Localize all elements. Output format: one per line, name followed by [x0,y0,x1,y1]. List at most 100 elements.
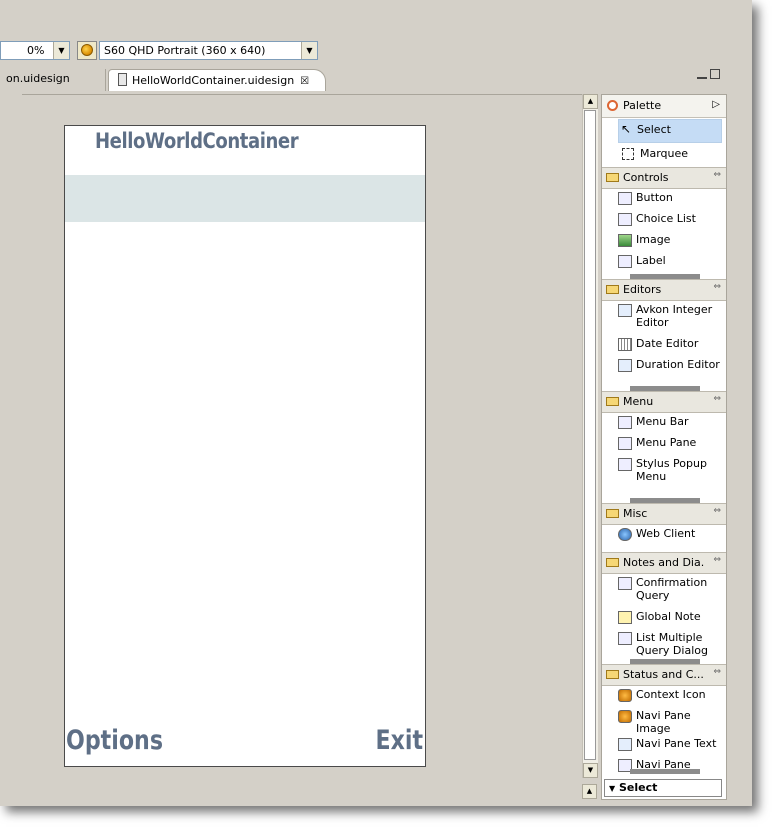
palette-item-menu-pane[interactable]: Menu Pane [602,434,726,455]
more-items-indicator[interactable] [630,769,700,774]
palette-item-list-multiple-query-dialog[interactable]: List Multiple Query Dialog [602,629,726,663]
palette-item-navi-pane-image[interactable]: Navi Pane Image [602,707,726,735]
palette-item-choice-list[interactable]: Choice List [602,210,726,231]
palette-item-global-note[interactable]: Global Note [602,608,726,629]
list-query-icon [618,632,632,645]
calendar-icon [618,338,632,351]
view-controls [694,69,726,83]
folder-icon [606,397,619,406]
drawer-menu[interactable]: Menu ⇔ [602,391,726,413]
palette-item-confirmation-query[interactable]: Confirmation Query [602,574,726,608]
scroll-up-icon[interactable]: ▲ [583,94,598,109]
item-label: Avkon Integer Editor [636,303,713,329]
drawer-body-misc: Web Client [602,525,726,552]
ide-window: 0% ▼ S60 QHD Portrait (360 x 640) ▼ on.u… [0,0,752,806]
palette-icon [607,100,618,111]
item-label: Context Icon [636,688,706,701]
tab-hello-world-container[interactable]: HelloWorldContainer.uidesign ☒ [108,69,326,91]
scroll-thumb[interactable] [584,110,596,760]
item-label: Confirmation Query [636,576,708,602]
pin-icon[interactable]: ⇔ [713,555,721,565]
drawer-label: Misc [623,507,648,520]
exit-softkey[interactable]: Exit [375,725,423,756]
drawer-editors[interactable]: Editors ⇔ [602,279,726,301]
item-label: Menu Pane [636,436,697,449]
pin-icon[interactable]: ⇔ [713,667,721,677]
tab-label: HelloWorldContainer.uidesign [132,74,295,87]
drawer-notes-and-dialogs[interactable]: Notes and Dia... ⇔ [602,552,726,574]
item-label: Navi Pane Image [636,709,691,735]
item-label: Label [636,254,666,267]
scroll-up-icon[interactable]: ▲ [582,784,597,799]
zoom-combo[interactable]: 0% ▼ [0,41,70,60]
item-label: Menu Bar [636,415,689,428]
menu-pane-icon [618,437,632,450]
item-label: Choice List [636,212,696,225]
close-icon[interactable]: ☒ [300,76,309,87]
navi-text-icon [618,738,632,751]
palette-item-label[interactable]: Label [602,252,726,273]
editor-toolbar: 0% ▼ S60 QHD Portrait (360 x 640) ▼ [0,38,752,64]
label-icon [618,255,632,268]
tab-ui-design[interactable]: on.uidesign [0,69,106,91]
drawer-label: Editors [623,283,662,296]
item-label: Stylus Popup Menu [636,457,707,483]
globe-icon [618,528,632,541]
options-softkey[interactable]: Options [66,725,163,756]
palette-item-duration-editor[interactable]: Duration Editor [602,356,726,377]
palette-item-image[interactable]: Image [602,231,726,252]
pin-icon[interactable]: ⇔ [713,394,721,404]
tool-label: Select [637,123,671,136]
palette-item-context-icon[interactable]: Context Icon [602,686,726,707]
drawer-controls[interactable]: Controls ⇔ [602,167,726,189]
design-canvas[interactable]: HelloWorldContainer Options Exit [22,94,582,787]
pin-icon[interactable]: ⇔ [713,506,721,516]
chevron-down-icon[interactable]: ▼ [53,42,69,59]
palette-item-web-client[interactable]: Web Client [602,525,726,546]
device-config-button[interactable] [77,41,97,60]
palette-item-avkon-integer-editor[interactable]: Avkon Integer Editor [602,301,726,335]
select-tool[interactable]: ↖ Select [618,119,722,143]
maximize-icon[interactable] [710,69,720,79]
file-icon [118,73,127,86]
chevron-down-icon: ▼ [609,784,616,793]
device-combo[interactable]: S60 QHD Portrait (360 x 640) ▼ [99,41,318,60]
tool-label: Marquee [640,147,689,160]
palette-item-stylus-popup-menu[interactable]: Stylus Popup Menu [602,455,726,489]
pin-icon[interactable]: ⇔ [713,282,721,292]
status-pane[interactable] [65,175,425,222]
tab-label: on.uidesign [6,72,70,85]
palette-item-date-editor[interactable]: Date Editor [602,335,726,356]
palette-item-navi-pane-text[interactable]: Navi Pane Text [602,735,726,756]
drawer-status-and-context[interactable]: Status and C... ⇔ [602,664,726,686]
chevron-right-icon[interactable]: ▷ [712,99,720,110]
pin-icon[interactable]: ⇔ [713,170,721,180]
device-screen[interactable]: HelloWorldContainer Options Exit [64,125,426,767]
palette-header[interactable]: Palette ▷ [602,95,726,118]
context-icon [618,689,632,702]
arrow-cursor-icon: ↖ [621,122,632,136]
drawer-body-status: Context Icon Navi Pane Image Navi Pane T… [602,686,726,774]
minimize-icon[interactable] [697,74,707,79]
screen-title: HelloWorldContainer [95,129,299,153]
vertical-scrollbar[interactable]: ▲ ▼ [582,94,598,778]
palette-item-button[interactable]: Button [602,189,726,210]
item-label: Date Editor [636,337,699,350]
duration-icon [618,359,632,372]
drawer-misc[interactable]: Misc ⇔ [602,503,726,525]
drawer-body-controls: Button Choice List Image Label [602,189,726,279]
chevron-down-icon[interactable]: ▼ [301,42,317,59]
menu-bar-icon [618,416,632,429]
folder-icon [606,509,619,518]
zoom-value: 0% [27,44,45,57]
scroll-down-icon[interactable]: ▼ [583,763,598,778]
item-label: Duration Editor [636,358,720,371]
item-label: Global Note [636,610,701,623]
query-icon [618,577,632,590]
palette-item-menu-bar[interactable]: Menu Bar [602,413,726,434]
marquee-tool[interactable]: Marquee [606,144,722,166]
folder-icon [606,670,619,679]
palette-select-dropdown[interactable]: ▼ Select [604,779,722,797]
image-icon [618,234,632,247]
palette-panel: Palette ▷ ↖ Select Marquee Controls ⇔ Bu… [601,94,727,800]
